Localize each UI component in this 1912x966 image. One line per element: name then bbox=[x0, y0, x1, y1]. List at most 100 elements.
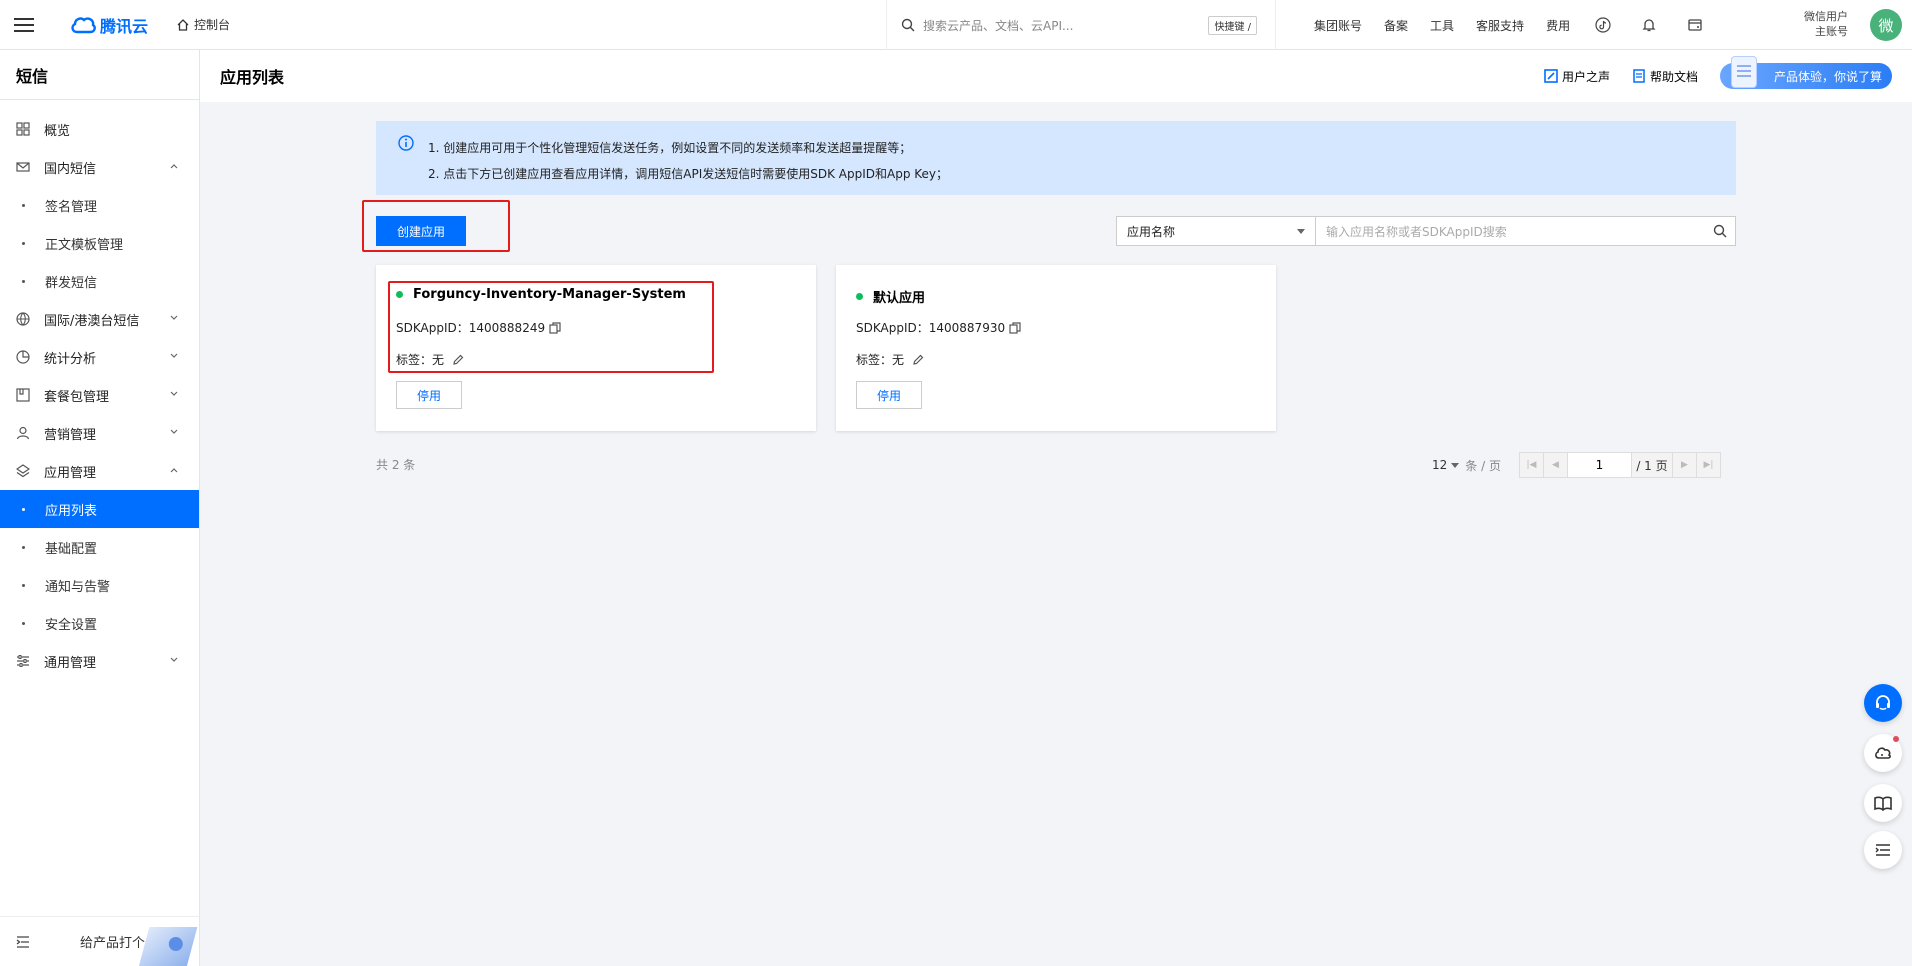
top-bar: 腾讯云 控制台 搜索云产品、文档、云API... 快捷键 / 集团账号 备案 工… bbox=[0, 0, 1912, 50]
copy-icon[interactable] bbox=[1009, 321, 1021, 334]
avatar[interactable]: 微 bbox=[1870, 9, 1902, 41]
doc-icon bbox=[1633, 69, 1645, 83]
chevron-down-icon bbox=[170, 315, 178, 320]
sidebar-item-label: 国际/港澳台短信 bbox=[44, 313, 140, 329]
page-number-input[interactable]: 1 bbox=[1567, 453, 1632, 477]
user-info[interactable]: 微信用户 主账号 bbox=[1804, 9, 1848, 39]
global-search[interactable]: 搜索云产品、文档、云API... 快捷键 / bbox=[886, 0, 1276, 50]
disable-app-button[interactable]: 停用 bbox=[396, 381, 462, 409]
sidebar-footer: 给产品打个分 bbox=[0, 916, 200, 966]
info-notice: 1. 创建应用可用于个性化管理短信发送任务，例如设置不同的发送频率和发送超量提醒… bbox=[376, 121, 1736, 195]
sidebar-item-label: 签名管理 bbox=[45, 199, 98, 215]
notification-dot bbox=[1893, 736, 1899, 742]
docs-button[interactable] bbox=[1864, 784, 1902, 822]
sidebar-item-label: 正文模板管理 bbox=[45, 237, 124, 253]
sliders-icon bbox=[16, 654, 30, 668]
sidebar-item-basic-config[interactable]: 基础配置 bbox=[0, 528, 199, 566]
app-sdk-id: SDKAppID： 1400887930 bbox=[856, 319, 1021, 336]
notice-line-1: 1. 创建应用可用于个性化管理短信发送任务，例如设置不同的发送频率和发送超量提醒… bbox=[428, 141, 912, 155]
sdk-id-value: 1400887930 bbox=[928, 320, 1006, 335]
sidebar-item-template[interactable]: 正文模板管理 bbox=[0, 224, 199, 262]
page-size-value: 12 bbox=[1432, 458, 1448, 472]
total-count: 共 2 条 bbox=[376, 458, 416, 472]
shortcut-badge: 快捷键 / bbox=[1208, 15, 1257, 35]
user-voice-link[interactable]: 用户之声 bbox=[1544, 68, 1610, 85]
user-name: 微信用户 bbox=[1804, 10, 1848, 23]
sidebar-item-label: 套餐包管理 bbox=[44, 389, 110, 405]
sidebar-item-international-sms[interactable]: 国际/港澳台短信 bbox=[0, 300, 199, 338]
total-pages: / 1 页 bbox=[1636, 458, 1668, 473]
headset-icon bbox=[1876, 695, 1890, 710]
tiktok-icon[interactable] bbox=[1592, 14, 1614, 36]
nav-group-account[interactable]: 集团账号 bbox=[1314, 17, 1362, 34]
filter-select-value: 应用名称 bbox=[1127, 224, 1176, 239]
last-page-icon[interactable]: ▶| bbox=[1695, 453, 1720, 477]
collapse-menu-icon[interactable] bbox=[16, 935, 30, 948]
cart-icon[interactable] bbox=[1684, 14, 1706, 36]
page-size-select[interactable]: 12 bbox=[1432, 458, 1460, 472]
app-card[interactable]: 默认应用 SDKAppID： 1400887930 标签： 无 停用 bbox=[836, 265, 1276, 431]
sidebar-item-package[interactable]: 套餐包管理 bbox=[0, 376, 199, 414]
app-tag: 标签： 无 bbox=[856, 351, 924, 368]
nav-filing[interactable]: 备案 bbox=[1384, 17, 1408, 34]
menu-icon[interactable] bbox=[0, 0, 48, 50]
nav-support[interactable]: 客服支持 bbox=[1476, 17, 1524, 34]
bell-icon[interactable] bbox=[1638, 14, 1660, 36]
sidebar-item-label: 通知与告警 bbox=[45, 579, 111, 595]
header-links: 用户之声 帮助文档 产品体验，你说了算 bbox=[1544, 57, 1892, 89]
cloud-assistant-button[interactable] bbox=[1864, 734, 1902, 772]
help-docs-link[interactable]: 帮助文档 bbox=[1632, 68, 1698, 85]
info-icon bbox=[398, 135, 414, 151]
tag-value: 无 bbox=[892, 353, 905, 367]
sidebar-item-statistics[interactable]: 统计分析 bbox=[0, 338, 199, 376]
per-page-label: 条 / 页 bbox=[1465, 458, 1501, 473]
customer-service-button[interactable] bbox=[1864, 684, 1902, 722]
top-nav: 集团账号 备案 工具 客服支持 费用 bbox=[1314, 0, 1730, 50]
edit-icon[interactable] bbox=[912, 354, 924, 366]
nav-billing[interactable]: 费用 bbox=[1546, 17, 1570, 34]
user-role: 主账号 bbox=[1815, 25, 1848, 38]
search-icon bbox=[901, 18, 915, 32]
package-icon bbox=[16, 388, 30, 402]
book-icon bbox=[1874, 796, 1892, 812]
caret-down-icon bbox=[1451, 462, 1460, 468]
list-icon bbox=[1875, 844, 1890, 856]
first-page-icon[interactable]: |◀ bbox=[1520, 453, 1544, 477]
user-voice-label: 用户之声 bbox=[1561, 69, 1610, 84]
next-page-icon[interactable]: ▶ bbox=[1671, 453, 1696, 477]
product-experience-banner[interactable]: 产品体验，你说了算 bbox=[1720, 57, 1892, 89]
sidebar-item-label: 概览 bbox=[44, 123, 71, 139]
chevron-down-icon bbox=[170, 657, 178, 662]
sidebar-item-app-list[interactable]: 应用列表 bbox=[0, 490, 199, 528]
sidebar-item-app-management[interactable]: 应用管理 bbox=[0, 452, 199, 490]
menu-list-button[interactable] bbox=[1864, 831, 1902, 869]
disable-app-button[interactable]: 停用 bbox=[856, 381, 922, 409]
app-search-input[interactable]: 输入应用名称或者SDKAppID搜索 bbox=[1316, 216, 1736, 246]
filter-field-select[interactable]: 应用名称 bbox=[1116, 216, 1316, 246]
nav-tools[interactable]: 工具 bbox=[1430, 17, 1454, 34]
sidebar-item-label: 基础配置 bbox=[45, 541, 98, 557]
layers-icon bbox=[16, 464, 30, 478]
notice-line-2: 2. 点击下方已创建应用查看应用详情，调用短信API发送短信时需要使用SDK A… bbox=[428, 167, 949, 181]
app-name[interactable]: 默认应用 bbox=[856, 287, 925, 306]
console-link[interactable]: 控制台 bbox=[176, 16, 230, 33]
logo[interactable]: 腾讯云 bbox=[70, 13, 148, 37]
sidebar-menu: 概览 国内短信 签名管理 正文模板管理 群发短信 国际/港澳台短信 统计分析 套… bbox=[0, 110, 199, 680]
sidebar-item-general[interactable]: 通用管理 bbox=[0, 642, 199, 680]
mail-icon bbox=[16, 160, 30, 174]
sidebar-item-alerts[interactable]: 通知与告警 bbox=[0, 566, 199, 604]
sidebar-item-security[interactable]: 安全设置 bbox=[0, 604, 199, 642]
sidebar-item-overview[interactable]: 概览 bbox=[0, 110, 199, 148]
chevron-down-icon bbox=[170, 353, 178, 358]
prev-page-icon[interactable]: ◀ bbox=[1544, 453, 1568, 477]
sidebar-item-marketing[interactable]: 营销管理 bbox=[0, 414, 199, 452]
user-icon bbox=[16, 426, 30, 440]
sidebar-item-bulk-sms[interactable]: 群发短信 bbox=[0, 262, 199, 300]
sidebar-item-domestic-sms[interactable]: 国内短信 bbox=[0, 148, 199, 186]
sidebar-title: 短信 bbox=[0, 50, 199, 100]
sidebar-item-label: 应用管理 bbox=[44, 465, 97, 481]
pagination: 12 条 / 页 |◀ ◀ 1 / 1 页 ▶ ▶| bbox=[1432, 452, 1721, 478]
search-icon[interactable] bbox=[1713, 224, 1727, 238]
sidebar-item-signature[interactable]: 签名管理 bbox=[0, 186, 199, 224]
search-input[interactable]: 搜索云产品、文档、云API... bbox=[923, 17, 1208, 34]
